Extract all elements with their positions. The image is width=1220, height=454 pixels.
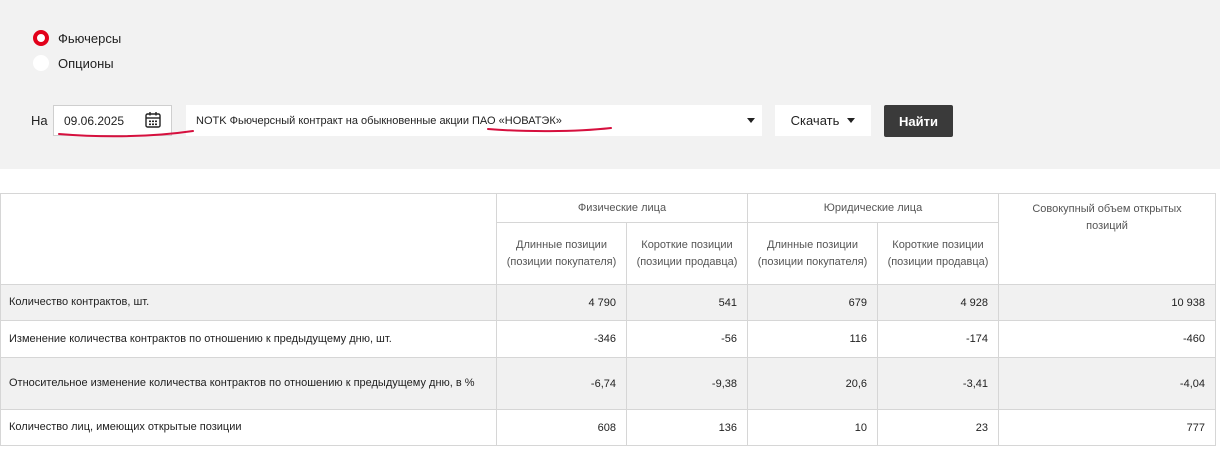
row-label: Количество лиц, имеющих открытые позиции <box>0 409 497 446</box>
total-open-interest-header: Совокупный объем открытых позиций <box>998 193 1216 285</box>
individuals-long-value: -6,74 <box>496 357 627 410</box>
total-value: -4,04 <box>998 357 1216 410</box>
options-radio-option[interactable]: Опционы <box>33 55 114 71</box>
download-button[interactable]: Скачать <box>775 105 871 136</box>
individuals-short-header: Короткие позиции (позиции продавца) <box>626 222 748 285</box>
table-row: Количество лиц, имеющих открытые позиции… <box>0 409 1216 446</box>
legal-long-value: 116 <box>747 320 878 358</box>
individuals-long-value: 608 <box>496 409 627 446</box>
find-button-label: Найти <box>899 113 938 129</box>
filter-panel: Фьючерсы Опционы На 09.06.2025 NOTK Фьюч… <box>0 0 1220 169</box>
options-radio-label: Опционы <box>58 55 114 71</box>
individuals-short-value: -9,38 <box>626 357 748 410</box>
individuals-short-value: 136 <box>626 409 748 446</box>
legal-short-value: -174 <box>877 320 999 358</box>
individuals-short-value: 541 <box>626 284 748 321</box>
row-label-header <box>0 193 497 285</box>
futures-radio-button[interactable] <box>33 30 49 46</box>
table-row: Изменение количества контрактов по отнош… <box>0 320 1216 358</box>
total-value: -460 <box>998 320 1216 358</box>
red-underline-contract <box>487 127 612 133</box>
total-value: 777 <box>998 409 1216 446</box>
row-label: Изменение количества контрактов по отнош… <box>0 320 497 358</box>
futures-radio-option[interactable]: Фьючерсы <box>33 30 121 46</box>
table-row: Количество контрактов, шт. 4 790 541 679… <box>0 284 1216 321</box>
legal-long-header: Длинные позиции (позиции покупателя) <box>747 222 878 285</box>
individuals-header: Физические лица <box>496 193 748 223</box>
row-label: Количество контрактов, шт. <box>0 284 497 321</box>
chevron-down-icon[interactable] <box>747 118 755 123</box>
individuals-short-value: -56 <box>626 320 748 358</box>
legal-long-value: 10 <box>747 409 878 446</box>
download-button-label: Скачать <box>790 113 840 128</box>
individuals-long-value: 4 790 <box>496 284 627 321</box>
legal-short-value: 4 928 <box>877 284 999 321</box>
chevron-down-icon <box>847 118 856 123</box>
legal-long-value: 679 <box>747 284 878 321</box>
row-label: Относительное изменение количества контр… <box>0 357 497 410</box>
total-value: 10 938 <box>998 284 1216 321</box>
find-button[interactable]: Найти <box>884 105 953 137</box>
red-underline-date <box>58 130 194 138</box>
date-prefix-label: На <box>31 113 48 128</box>
legal-entities-header: Юридические лица <box>747 193 999 223</box>
contract-select[interactable]: NOTK Фьючерсный контракт на обыкновенные… <box>186 105 762 136</box>
legal-short-value: -3,41 <box>877 357 999 410</box>
legal-short-value: 23 <box>877 409 999 446</box>
options-radio-button[interactable] <box>33 55 49 71</box>
individuals-long-header: Длинные позиции (позиции покупателя) <box>496 222 627 285</box>
futures-radio-label: Фьючерсы <box>58 30 122 46</box>
table-header-row: Физические лица Юридические лица Совокуп… <box>0 193 1216 285</box>
table-row: Относительное изменение количества контр… <box>0 357 1216 410</box>
legal-long-value: 20,6 <box>747 357 878 410</box>
individuals-long-value: -346 <box>496 320 627 358</box>
open-positions-table: Физические лица Юридические лица Совокуп… <box>0 193 1216 446</box>
legal-short-header: Короткие позиции (позиции продавца) <box>877 222 999 285</box>
